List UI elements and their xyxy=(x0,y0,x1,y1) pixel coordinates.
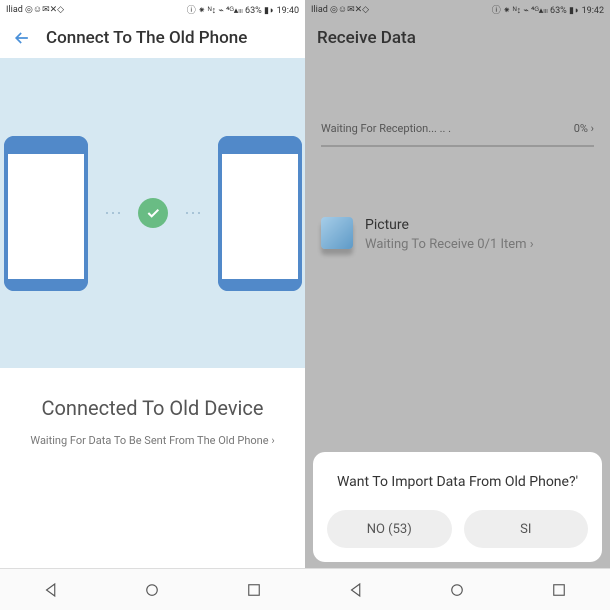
page-title: Connect To The Old Phone xyxy=(46,28,247,48)
status-right: ⓘ ⁕ ᴺ↕ ⌁ ⁴ᴳ▴ₗₗₗ 63% ▮◗ 19:42 xyxy=(492,3,604,16)
receive-item[interactable]: Picture Waiting To Receive 0/1 Item › xyxy=(305,147,610,252)
page-title: Receive Data xyxy=(317,28,416,48)
item-text: Picture Waiting To Receive 0/1 Item › xyxy=(365,217,534,252)
import-dialog: Want To Import Data From Old Phone?' NO … xyxy=(313,452,602,562)
progress-row: Waiting For Reception... .. . 0% › xyxy=(305,58,610,139)
nav-recent-button[interactable] xyxy=(244,580,264,600)
nav-back-button[interactable] xyxy=(41,580,61,600)
phone-new-icon xyxy=(218,136,302,291)
connected-block: Connected To Old Device Waiting For Data… xyxy=(0,368,305,451)
android-navbar xyxy=(305,568,610,610)
item-title: Picture xyxy=(365,217,534,233)
connected-subtitle: Waiting For Data To Be Sent From The Old… xyxy=(12,434,293,447)
nav-back-button[interactable] xyxy=(346,580,366,600)
status-right: ⓘ ⁕ ᴺ↕ ⌁ ⁴ᴳ▴ₗₗₗ 63% ▮◗ 19:40 xyxy=(187,3,299,16)
check-icon xyxy=(138,198,168,228)
nav-home-button[interactable] xyxy=(142,580,162,600)
android-navbar xyxy=(0,568,305,610)
status-bar: Iliad ◎☺✉✕◇ ⓘ ⁕ ᴺ↕ ⌁ ⁴ᴳ▴ₗₗₗ 63% ▮◗ 19:42 xyxy=(305,0,610,18)
status-bar: Iliad ◎☺✉✕◇ ⓘ ⁕ ᴺ↕ ⌁ ⁴ᴳ▴ₗₗₗ 63% ▮◗ 19:40 xyxy=(0,0,305,18)
no-button[interactable]: NO (53) xyxy=(327,510,452,548)
screen-receive: Iliad ◎☺✉✕◇ ⓘ ⁕ ᴺ↕ ⌁ ⁴ᴳ▴ₗₗₗ 63% ▮◗ 19:42… xyxy=(305,0,610,610)
nav-home-button[interactable] xyxy=(447,580,467,600)
progress-label: Waiting For Reception... .. . xyxy=(321,122,451,135)
status-carrier: Iliad ◎☺✉✕◇ xyxy=(311,4,369,15)
screen-connect: Iliad ◎☺✉✕◇ ⓘ ⁕ ᴺ↕ ⌁ ⁴ᴳ▴ₗₗₗ 63% ▮◗ 19:40… xyxy=(0,0,305,610)
phone-old-icon xyxy=(4,136,88,291)
connected-title: Connected To Old Device xyxy=(12,396,293,420)
picture-icon xyxy=(321,217,353,249)
dialog-title: Want To Import Data From Old Phone?' xyxy=(327,474,588,490)
back-icon[interactable] xyxy=(12,28,32,48)
header: Connect To The Old Phone xyxy=(0,18,305,58)
item-subtitle: Waiting To Receive 0/1 Item › xyxy=(365,237,534,252)
status-carrier: Iliad ◎☺✉✕◇ xyxy=(6,4,64,15)
header: Receive Data xyxy=(305,18,610,58)
dots-right xyxy=(186,212,200,214)
connection-illustration xyxy=(0,58,305,368)
dots-left xyxy=(106,212,120,214)
yes-button[interactable]: SI xyxy=(464,510,589,548)
nav-recent-button[interactable] xyxy=(549,580,569,600)
progress-percent: 0% › xyxy=(574,122,594,135)
